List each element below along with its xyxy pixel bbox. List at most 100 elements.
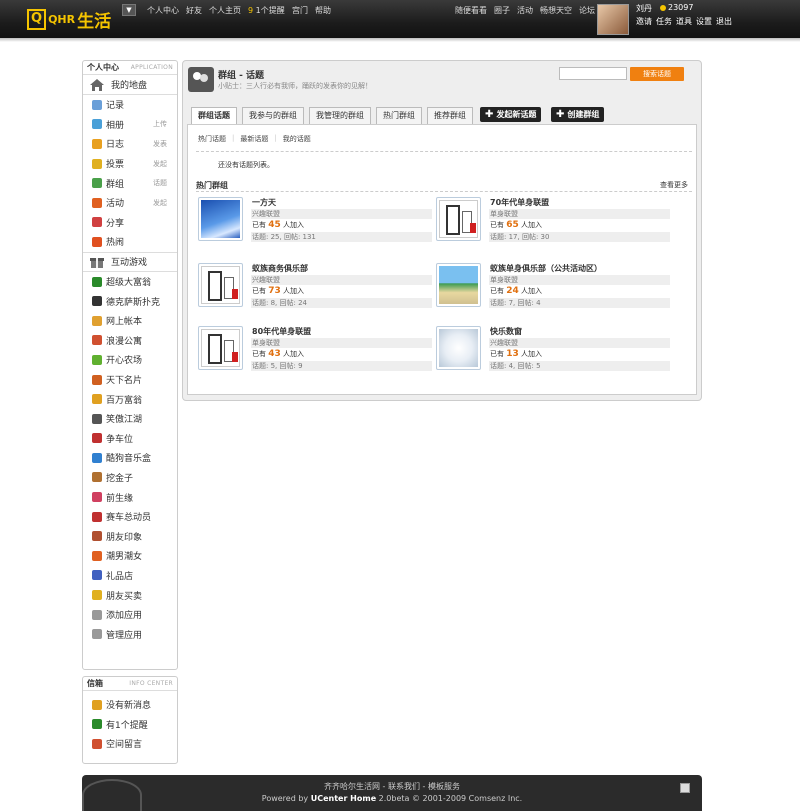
sidebar-item-label: 添加应用 [106, 611, 143, 622]
group-name[interactable]: 70年代单身联盟 [490, 197, 549, 208]
sidebar-item[interactable]: 天下名片 [83, 370, 177, 390]
subtab-my-topics[interactable]: 我的话题 [283, 134, 311, 144]
nav-friends[interactable]: 好友 [186, 5, 202, 16]
sidebar-item[interactable]: 管理应用 [83, 624, 177, 644]
sidebar-item[interactable]: 空间留言 [83, 734, 177, 754]
search-input[interactable] [559, 67, 627, 80]
sidebar-item-action[interactable]: 话题 [153, 178, 167, 188]
link-invite[interactable]: 邀请 [636, 16, 652, 27]
nav-forum[interactable]: 论坛 [579, 5, 595, 16]
top-nav-left: 个人中心 好友 个人主页 9 1个提醒 [147, 5, 285, 16]
sidebar-item-action[interactable]: 发起 [153, 159, 167, 169]
nav-events[interactable]: 活动 [517, 5, 533, 16]
nav-browse[interactable]: 随便看看 [455, 5, 487, 16]
nav-circles[interactable]: 圈子 [494, 5, 510, 16]
tab-hot-groups[interactable]: 热门群组 [376, 107, 422, 124]
sidebar-item-label: 天下名片 [106, 376, 143, 387]
nav-help[interactable]: 帮助 [315, 5, 331, 16]
sidebar-item[interactable]: 德克萨斯扑克 [83, 291, 177, 311]
sidebar-item[interactable]: 投票 发起 [83, 154, 177, 174]
sidebar-item[interactable]: 网上帐本 [83, 311, 177, 331]
sidebar-item[interactable]: 百万富翁 [83, 389, 177, 409]
group-category[interactable]: 兴趣联盟 [251, 209, 432, 219]
sidebar-item[interactable]: 朋友买卖 [83, 585, 177, 605]
subtab-hot-topics[interactable]: 热门话题 [198, 134, 226, 144]
group-name[interactable]: 80年代单身联盟 [252, 326, 311, 337]
sidebar-item-label: 没有新消息 [106, 701, 152, 712]
tab-recommended-groups[interactable]: 推荐群组 [427, 107, 473, 124]
link-props[interactable]: 道具 [676, 16, 692, 27]
sidebar-item-label: 潮男潮女 [106, 552, 143, 563]
group-category[interactable]: 单身联盟 [489, 209, 670, 219]
sidebar-item[interactable]: 记录 [83, 95, 177, 115]
tab-joined-groups[interactable]: 我参与的群组 [242, 107, 304, 124]
group-category[interactable]: 兴趣联盟 [251, 275, 432, 285]
search-topic-button[interactable]: 搜索话题 [630, 67, 684, 81]
user-avatar[interactable] [597, 4, 629, 35]
group-thumbnail[interactable] [198, 263, 243, 307]
sidebar-item[interactable]: 日志 发表 [83, 134, 177, 154]
nav-homepage[interactable]: 个人主页 [209, 5, 241, 16]
group-thumbnail[interactable] [436, 197, 481, 241]
new-topic-button[interactable]: ✚ 发起新话题 [480, 107, 542, 122]
sidebar-item[interactable]: 礼品店 [83, 566, 177, 586]
sidebar-item-label: 有1个提醒 [106, 720, 148, 731]
sidebar-item[interactable]: 相册 上传 [83, 115, 177, 135]
group-thumbnail[interactable] [436, 263, 481, 307]
group-thumbnail[interactable] [198, 326, 243, 370]
group-name[interactable]: 蚁族商务俱乐部 [252, 263, 308, 274]
sidebar-item[interactable]: 潮男潮女 [83, 546, 177, 566]
sidebar-item-action[interactable]: 上传 [153, 119, 167, 129]
create-group-button[interactable]: ✚ 创建群组 [551, 107, 605, 122]
nav-notice[interactable]: 9 1个提醒 [248, 5, 285, 16]
tab-group-topics[interactable]: 群组话题 [191, 107, 237, 124]
section-games[interactable]: 互动游戏 [83, 251, 177, 272]
sidebar-item[interactable]: 浪漫公寓 [83, 331, 177, 351]
group-category[interactable]: 兴趣联盟 [489, 338, 670, 348]
site-logo[interactable]: Q QHR 生活 [27, 7, 115, 32]
footer-links[interactable]: 齐齐哈尔生活网 - 联系我们 - 模板服务 [82, 781, 702, 792]
link-settings[interactable]: 设置 [696, 16, 712, 27]
sidebar-item[interactable]: 挖金子 [83, 468, 177, 488]
group-name[interactable]: 蚁族单身俱乐部（公共活动区） [490, 263, 602, 274]
sidebar-item[interactable]: 酷狗音乐盒 [83, 448, 177, 468]
sidebar-item[interactable]: 分享 [83, 213, 177, 233]
footer-badge-icon[interactable] [680, 783, 690, 793]
hot-groups-more-link[interactable]: 查看更多 [660, 180, 688, 190]
group-category[interactable]: 单身联盟 [489, 275, 670, 285]
group-name[interactable]: 快乐数窗 [490, 326, 522, 337]
product-name[interactable]: UCenter Home [311, 794, 376, 803]
nav-sky[interactable]: 畅想天空 [540, 5, 572, 16]
menu-dropdown-icon[interactable]: ▼ [122, 4, 136, 16]
sidebar-item[interactable]: 没有新消息 [83, 695, 177, 715]
sidebar-item[interactable]: 添加应用 [83, 605, 177, 625]
sidebar-item-action[interactable]: 发表 [153, 139, 167, 149]
group-category[interactable]: 单身联盟 [251, 338, 432, 348]
group-members: 已有 24 人加入 [489, 286, 670, 296]
sidebar-item[interactable]: 朋友印象 [83, 526, 177, 546]
sidebar-item[interactable]: 赛车总动员 [83, 507, 177, 527]
sidebar-item[interactable]: 前生缘 [83, 487, 177, 507]
group-thumbnail[interactable] [436, 326, 481, 370]
tab-managed-groups[interactable]: 我管理的群组 [309, 107, 371, 124]
joined-prefix: 已有 [490, 350, 504, 358]
group-thumbnail[interactable] [198, 197, 243, 241]
sidebar-item[interactable]: 争车位 [83, 429, 177, 449]
group-name[interactable]: 一方天 [252, 197, 276, 208]
sidebar-item[interactable]: 群组 话题 [83, 173, 177, 193]
sidebar-item[interactable]: 有1个提醒 [83, 715, 177, 735]
hot-groups-title: 热门群组 [196, 181, 228, 190]
sidebar-item[interactable]: 活动 发起 [83, 193, 177, 213]
sidebar-item[interactable]: 热闹 [83, 232, 177, 252]
subtab-latest-topics[interactable]: 最新话题 [240, 134, 268, 144]
section-my-space[interactable]: 我的地盘 [83, 75, 177, 95]
sidebar-item[interactable]: 超级大富翁 [83, 272, 177, 292]
sidebar-item[interactable]: 开心农场 [83, 350, 177, 370]
sidebar-item-action[interactable]: 发起 [153, 198, 167, 208]
sidebar-item[interactable]: 笑傲江湖 [83, 409, 177, 429]
nav-personal-center[interactable]: 个人中心 [147, 5, 179, 16]
user-name[interactable]: 刘丹 [636, 3, 652, 14]
link-tasks[interactable]: 任务 [656, 16, 672, 27]
link-logout[interactable]: 退出 [716, 16, 732, 27]
nav-palace[interactable]: 宫门 [292, 5, 308, 16]
